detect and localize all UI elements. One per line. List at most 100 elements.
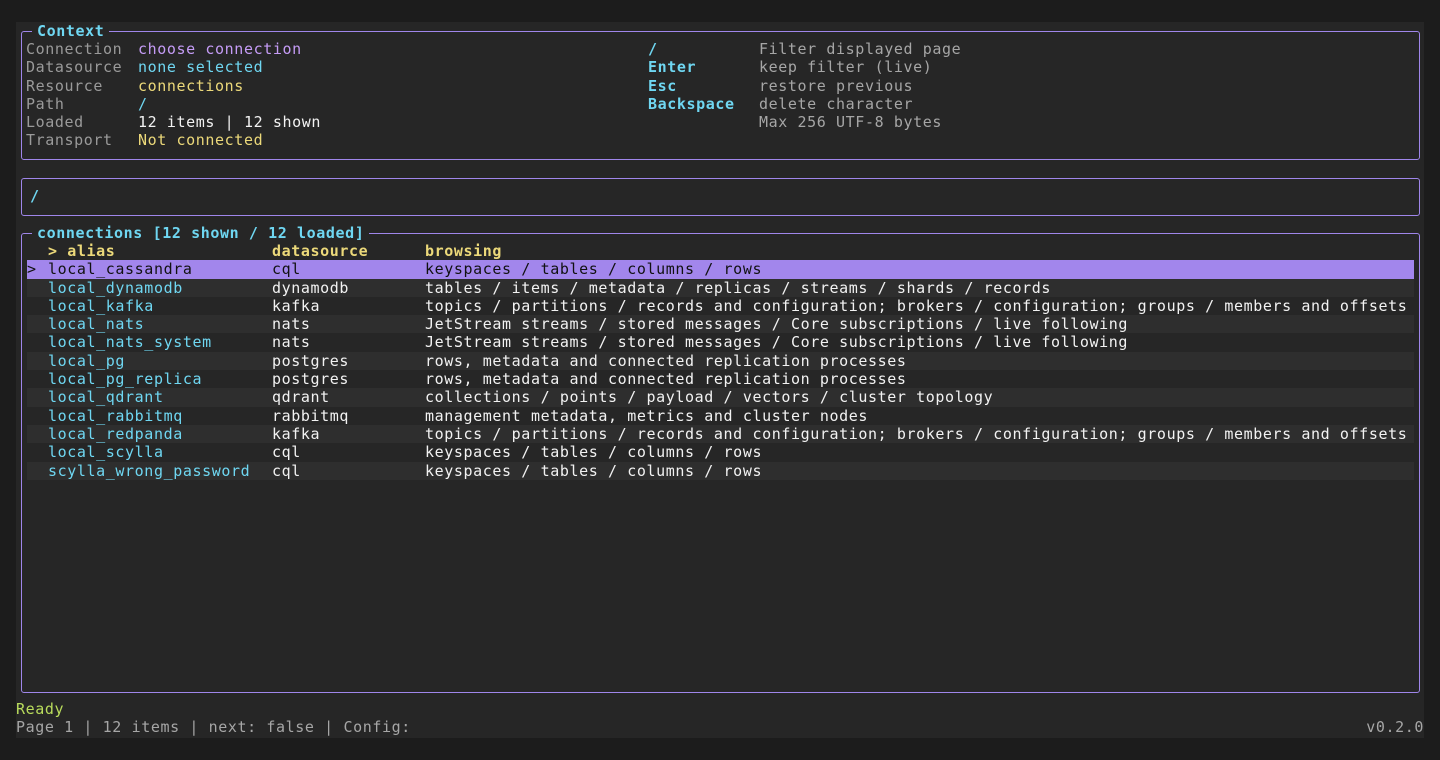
cell-alias: local_pg [48,351,126,370]
keybinding-row: Max 256 UTF-8 bytes [648,113,961,131]
keybinding-description: keep filter (live) [759,58,933,77]
context-panel-title: Context [32,22,110,40]
context-field-label: Connection [26,40,123,58]
keybinding-row: Enter keep filter (live) [648,58,961,76]
cell-browsing: JetStream streams / stored messages / Co… [425,315,1129,334]
row-selection-marker: > [27,260,37,279]
context-field-value: / [138,94,148,113]
cell-alias: local_rabbitmq [48,406,183,425]
row-selection-marker [27,407,48,425]
cell-datasource: nats [272,315,311,334]
cell-alias: local_dynamodb [48,278,183,297]
cell-datasource: cql [272,260,301,279]
context-field-value: Not connected [138,131,264,150]
terminal-window: Context Connection choose connection Datas… [16,22,1424,738]
keybinding-key: Enter [648,58,697,77]
context-field-value: choose connection [138,40,302,58]
keybinding-row: Esc restore previous [648,77,961,95]
cell-browsing: tables / items / metadata / replicas / s… [425,278,1051,297]
row-selection-marker [27,370,48,388]
cell-datasource: kafka [272,296,321,315]
table-row[interactable]: > local_cassandra cql keyspaces / tables / … [27,260,1414,279]
cell-alias: local_scylla [48,443,164,462]
cell-alias: local_cassandra [48,260,193,279]
row-selection-marker [27,297,48,315]
cell-datasource: dynamodb [272,278,350,297]
keybinding-description: delete character [759,94,914,113]
cell-datasource: cql [272,443,301,462]
table-row[interactable]: local_dynamodb dynamodb tables / items / m… [27,278,1414,297]
row-selection-marker [27,333,48,351]
keybinding-key: / [648,40,658,58]
connections-table: > alias datasource browsing > local_cassa… [27,242,1414,480]
keybinding-description: restore previous [759,76,914,95]
table-row[interactable]: local_kafka kafka topics / partitions / re… [27,297,1414,315]
context-field-transport: Transport Not connected [26,131,321,149]
cell-datasource: postgres [272,351,350,370]
table-row[interactable]: local_nats_system nats JetStream streams /… [27,333,1414,351]
connections-list-panel: connections [12 shown / 12 loaded] > ali… [21,224,1420,693]
cell-datasource: postgres [272,370,350,389]
context-fields: Connection choose connection Datasource non… [26,40,321,150]
version-label: v0.2.0 [1366,718,1424,737]
cell-datasource: rabbitmq [272,406,350,425]
keybinding-description: Filter displayed page [759,40,962,58]
keybinding-row: / Filter displayed page [648,40,961,58]
context-field-value: 12 items | 12 shown [138,113,321,132]
context-field-path: Path / [26,95,321,113]
row-selection-marker [27,443,48,461]
column-header-alias[interactable]: > alias [48,242,272,260]
table-row[interactable]: local_pg_replica postgres rows, metadata a… [27,370,1414,388]
context-field-label: Resource [26,76,104,95]
status-message: Ready [16,700,65,718]
table-header: > alias datasource browsing [27,242,1414,260]
cell-alias: local_nats_system [48,333,212,352]
context-field-connection: Connection choose connection [26,40,321,58]
cell-browsing: collections / points / payload / vectors… [425,388,994,407]
context-field-value: connections [138,76,244,95]
column-header-browsing[interactable]: browsing [425,242,1414,260]
context-field-loaded: Loaded 12 items | 12 shown [26,113,321,131]
keybinding-description: Max 256 UTF-8 bytes [759,113,942,132]
table-row[interactable]: local_rabbitmq rabbitmq management metadat… [27,407,1414,425]
table-row[interactable]: local_qdrant qdrant collections / points /… [27,388,1414,407]
context-panel: Context Connection choose connection Datas… [21,22,1420,160]
row-selection-marker [27,388,48,406]
row-selection-marker [27,462,48,480]
connections-list-title: connections [12 shown / 12 loaded] [32,224,370,242]
header-marker-spacer [27,242,48,260]
cell-alias: local_kafka [48,296,154,315]
keybinding-key: Backspace [648,94,735,113]
filter-input[interactable]: / [30,187,40,205]
cell-browsing: topics / partitions / records and config… [425,296,1408,315]
table-body: > local_cassandra cql keyspaces / tables / … [27,260,1414,480]
cell-browsing: management metadata, metrics and cluster… [425,406,869,425]
column-header-datasource[interactable]: datasource [272,242,425,260]
cell-datasource: nats [272,333,311,352]
keybinding-help: / Filter displayed page Enter keep filter (… [648,40,961,131]
context-field-label: Datasource [26,58,123,77]
row-selection-marker [27,315,48,333]
row-selection-marker [27,279,48,297]
table-row[interactable]: local_redpanda kafka topics / partitions /… [27,424,1414,444]
cell-browsing: topics / partitions / records and config… [425,424,1408,443]
table-row[interactable]: local_nats nats JetStream streams / stored… [27,315,1414,334]
context-field-resource: Resource connections [26,77,321,95]
cell-datasource: kafka [272,424,321,443]
context-field-label: Transport [26,131,113,150]
keybinding-key: Esc [648,76,677,95]
status-bar: Ready Page 1 | 12 items | next: false | … [16,700,1424,737]
cell-alias: local_pg_replica [48,370,203,389]
table-row[interactable]: scylla_wrong_password cql keyspaces / tabl… [27,461,1414,480]
cell-browsing: rows, metadata and connected replication… [425,351,907,370]
row-selection-marker [27,352,48,370]
status-footer: Page 1 | 12 items | next: false | Config… [16,718,411,737]
context-field-label: Path [26,94,65,113]
table-row[interactable]: local_pg postgres rows, metadata and conne… [27,351,1414,371]
table-row[interactable]: local_scylla cql keyspaces / tables / colu… [27,443,1414,461]
cell-datasource: qdrant [272,388,330,407]
context-field-label: Loaded [26,113,84,132]
cell-browsing: JetStream streams / stored messages / Co… [425,333,1129,352]
cell-browsing: rows, metadata and connected replication… [425,370,907,389]
filter-bar[interactable]: / [21,178,1420,216]
